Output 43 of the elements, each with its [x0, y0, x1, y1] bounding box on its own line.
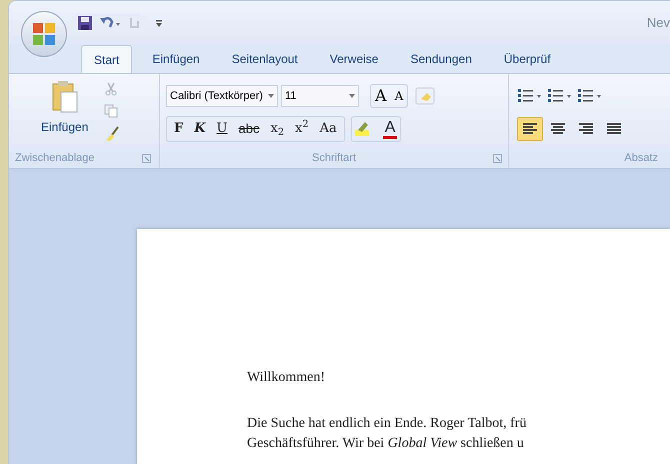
caret-icon — [268, 94, 274, 98]
dialog-launcher-icon[interactable] — [492, 154, 502, 162]
ribbon-tab[interactable]: Start — [81, 45, 132, 73]
align-left-icon — [523, 123, 537, 135]
format-button[interactable]: x$^{2}$ — [290, 119, 314, 139]
ribbon-tab[interactable]: Einfügen — [140, 45, 212, 73]
save-icon[interactable] — [77, 15, 93, 31]
format-button[interactable]: F — [169, 119, 188, 139]
paste-button[interactable]: Einfügen — [41, 80, 88, 136]
body-text-line: Die Suche hat endlich ein Ende. Roger Talbot, frü — [247, 415, 526, 433]
ribbon-tab[interactable]: Verweise — [318, 45, 390, 73]
ribbon-tab[interactable]: Sendungen — [398, 45, 484, 73]
window-title: Nev — [646, 14, 670, 32]
align-button[interactable] — [517, 117, 543, 141]
body-text-line: Geschäftsführer. Wir bei Global View schließen u — [247, 435, 524, 453]
ribbon-tab[interactable]: Seitenlayout — [220, 45, 310, 73]
format-button[interactable]: abc — [234, 119, 264, 139]
customize-toolbar-icon[interactable] — [155, 20, 163, 28]
align-right-icon — [579, 123, 593, 135]
office-logo-button[interactable] — [21, 11, 67, 57]
bullet-list-icon[interactable] — [517, 88, 543, 104]
format-button[interactable]: U — [212, 119, 233, 139]
clipboard-icon — [50, 80, 79, 114]
format-button[interactable]: K — [189, 119, 211, 139]
format-button[interactable]: Aa — [314, 119, 342, 139]
ribbon-tab[interactable]: Überprüf — [492, 45, 563, 73]
caret-icon — [349, 94, 355, 98]
group-label: Schriftart — [312, 150, 356, 166]
shrink-font-button[interactable]: A — [390, 85, 408, 107]
group-label: Zwischenablage — [15, 150, 94, 166]
office-logo-icon — [31, 21, 57, 47]
format-button[interactable]: x$_{2}$ — [265, 119, 290, 139]
grow-font-button[interactable]: A — [371, 85, 391, 107]
align-justify-icon — [607, 123, 621, 135]
align-center-icon — [551, 123, 565, 135]
brush-icon[interactable] — [104, 126, 120, 142]
font-size-dropdown[interactable]: 11 — [281, 85, 359, 107]
font-family-dropdown[interactable]: Calibri (Textkörper) — [166, 85, 278, 107]
group-label: Absatz — [624, 150, 658, 166]
document-heading: Willkommen! — [247, 369, 325, 387]
numbered-list-icon[interactable] — [547, 88, 573, 104]
multilevel-list-icon[interactable] — [577, 88, 603, 104]
dialog-launcher-icon[interactable] — [142, 154, 151, 162]
